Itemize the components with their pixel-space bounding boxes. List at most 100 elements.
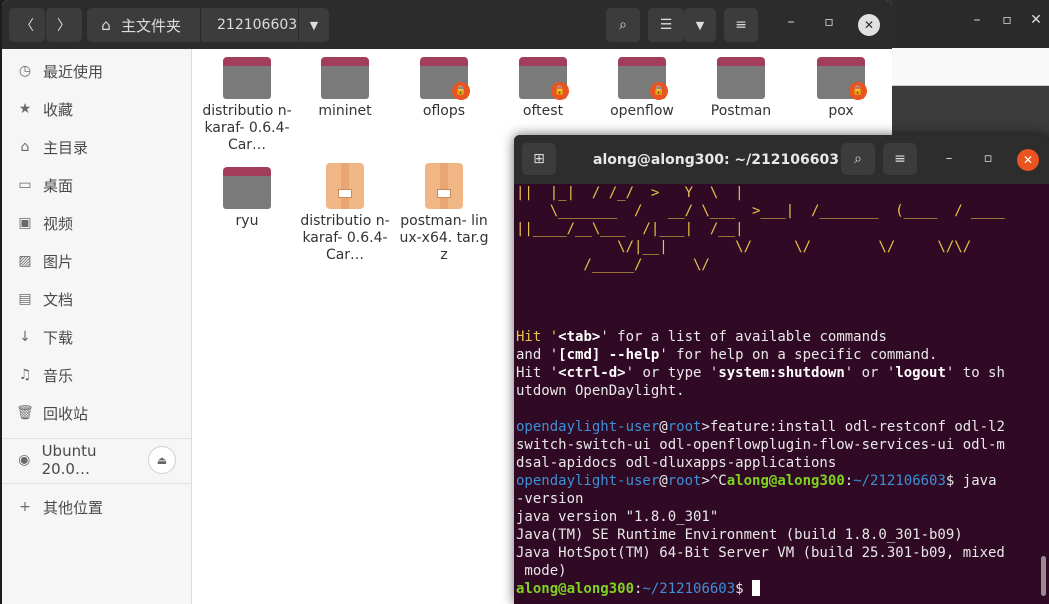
file-name: postman- linux-x64. tar.gz <box>399 213 489 263</box>
new-tab-button[interactable]: ⊞ <box>522 143 556 175</box>
minimize-icon[interactable]: – <box>965 12 989 28</box>
output-line: mode) <box>516 563 567 579</box>
terminal-headerbar: ⊞ along@along300: ~/212106603 ⌕ ≡ – ▫ ✕ <box>514 135 1049 184</box>
document-icon: ▤ <box>18 291 32 307</box>
file-name: distributio n-karaf- 0.6.4-Car… <box>300 213 390 263</box>
path-current-button[interactable]: 212106603 <box>201 8 299 42</box>
lock-icon: 🔒 <box>650 82 668 100</box>
sidebar-item-videos[interactable]: ▣ 视频 <box>2 205 192 241</box>
forward-button[interactable]: 〉 <box>46 8 82 42</box>
star-icon: ★ <box>18 101 32 117</box>
sidebar-item-desktop[interactable]: ▭ 桌面 <box>2 167 192 203</box>
maximize-icon[interactable]: ▫ <box>995 12 1019 28</box>
sidebar-item-drive[interactable]: ◉ Ubuntu 20.0… <box>2 442 142 478</box>
view-list-button[interactable]: ☰ <box>648 8 684 42</box>
sidebar-item-downloads[interactable]: ↓ 下载 <box>2 319 192 355</box>
search-icon: ⌕ <box>619 17 627 33</box>
sidebar-item-trash[interactable]: 🗑 回收站 <box>2 395 192 431</box>
eject-icon: ⏏ <box>156 453 168 467</box>
terminal-output[interactable]: || |_| / /_/ > Y \ | \_______ / __/ \___… <box>516 184 1044 604</box>
sidebar-item-documents[interactable]: ▤ 文档 <box>2 281 192 317</box>
chevron-left-icon: 〈 <box>20 18 34 34</box>
sidebar-item-label: 其他位置 <box>43 498 104 517</box>
archive-icon <box>326 163 364 209</box>
file-name: distributio n-karaf- 0.6.4-Car… <box>202 103 292 153</box>
eject-button[interactable]: ⏏ <box>148 446 176 474</box>
search-icon: ⌕ <box>854 151 862 167</box>
chevron-right-icon: 〉 <box>57 18 71 34</box>
terminal-scrollbar[interactable] <box>1041 556 1046 596</box>
sidebar-item-other-locations[interactable]: + 其他位置 <box>2 489 192 525</box>
search-button[interactable]: ⌕ <box>606 8 640 42</box>
browser-titlebar: – ▫ ✕ <box>888 0 1049 48</box>
file-item[interactable]: distributio n-karaf- 0.6.4-Car… <box>299 159 391 264</box>
help-line: Hit '<ctrl-d>' or type 'system:shutdown'… <box>516 365 1005 381</box>
trash-icon: 🗑 <box>16 405 34 421</box>
lock-icon: 🔒 <box>849 82 867 100</box>
search-button[interactable]: ⌕ <box>841 143 875 175</box>
command-line: dsal-apidocs odl-dluxapps-applications <box>516 455 837 471</box>
download-icon: ↓ <box>19 329 31 345</box>
file-item[interactable]: distributio n-karaf- 0.6.4-Car… <box>201 49 293 154</box>
file-item[interactable]: 🔒 pox <box>795 49 887 120</box>
home-icon: ⌂ <box>101 16 111 34</box>
folder-icon: 🔒 <box>618 57 668 100</box>
music-icon: ♫ <box>18 367 32 383</box>
close-button[interactable]: ✕ <box>858 14 880 36</box>
file-name: ryu <box>235 213 259 229</box>
sidebar-item-pictures[interactable]: ▨ 图片 <box>2 243 192 279</box>
file-name: oflops <box>422 103 466 119</box>
hamburger-icon: ≡ <box>894 151 906 167</box>
file-item[interactable]: 🔒 oftest <box>497 49 589 120</box>
sidebar-item-label: 收藏 <box>43 100 74 119</box>
ascii-art-line: /_____/ \/ <box>516 257 710 273</box>
command-line: switch-switch-ui odl-openflowplugin-flow… <box>516 437 1005 453</box>
path-home-button[interactable]: ⌂ 主文件夹 <box>87 8 201 42</box>
sidebar-item-label: 最近使用 <box>43 62 104 81</box>
triangle-down-icon: ▼ <box>695 18 705 32</box>
sidebar-item-recent[interactable]: ◷ 最近使用 <box>2 53 192 89</box>
maximize-icon[interactable]: ▫ <box>978 151 998 166</box>
file-name: oftest <box>522 103 564 119</box>
close-icon[interactable]: ✕ <box>1024 12 1048 28</box>
browser-toolbar: ☺ ≡ <box>888 48 1049 123</box>
sidebar-item-label: Ubuntu 20.0… <box>41 442 97 478</box>
desktop-icon: ▭ <box>18 177 32 193</box>
file-item[interactable]: ryu <box>201 159 293 230</box>
archive-icon <box>425 163 463 209</box>
help-line: utdown OpenDaylight. <box>516 383 685 399</box>
file-item[interactable]: postman- linux-x64. tar.gz <box>398 159 490 264</box>
sidebar-item-label: 视频 <box>43 214 74 233</box>
file-name: openflow <box>610 103 674 119</box>
hamburger-icon: ≡ <box>735 17 747 33</box>
file-item[interactable]: mininet <box>299 49 391 120</box>
file-item[interactable]: Postman <box>695 49 787 120</box>
close-button[interactable]: ✕ <box>1017 149 1039 171</box>
terminal-window: ⊞ along@along300: ~/212106603 ⌕ ≡ – ▫ ✕ … <box>514 135 1049 604</box>
clock-icon: ◷ <box>18 63 32 79</box>
ascii-art-line: ||____/__\___ /|___| /__| <box>516 221 744 237</box>
sidebar-item-music[interactable]: ♫ 音乐 <box>2 357 192 393</box>
view-options-button[interactable]: ▼ <box>684 8 716 42</box>
file-item[interactable]: 🔒 oflops <box>398 49 490 120</box>
sidebar-item-label: 下载 <box>43 328 74 347</box>
output-line: Java(TM) SE Runtime Environment (build 1… <box>516 527 963 543</box>
file-item[interactable]: 🔒 openflow <box>596 49 688 120</box>
sidebar-item-home[interactable]: ⌂ 主目录 <box>2 129 192 165</box>
path-dropdown-button[interactable]: ▼ <box>299 8 329 42</box>
output-line: Java HotSpot(TM) 64-Bit Server VM (build… <box>516 545 1005 561</box>
minimize-icon[interactable]: – <box>939 151 959 166</box>
back-button[interactable]: 〈 <box>9 8 45 42</box>
menu-button[interactable]: ≡ <box>883 143 917 175</box>
file-name: pox <box>828 103 854 119</box>
minimize-icon[interactable]: – <box>780 14 802 30</box>
folder-icon <box>223 57 271 99</box>
main-menu-button[interactable]: ≡ <box>724 8 758 42</box>
help-line: Hit '<tab>' for a list of available comm… <box>516 329 887 345</box>
new-tab-icon: ⊞ <box>533 151 545 167</box>
maximize-icon[interactable]: ▫ <box>818 14 840 30</box>
sidebar-item-starred[interactable]: ★ 收藏 <box>2 91 192 127</box>
sidebar-item-label: 主目录 <box>43 138 89 157</box>
command-line: opendaylight-user@root>^Calong@along300:… <box>516 473 997 489</box>
